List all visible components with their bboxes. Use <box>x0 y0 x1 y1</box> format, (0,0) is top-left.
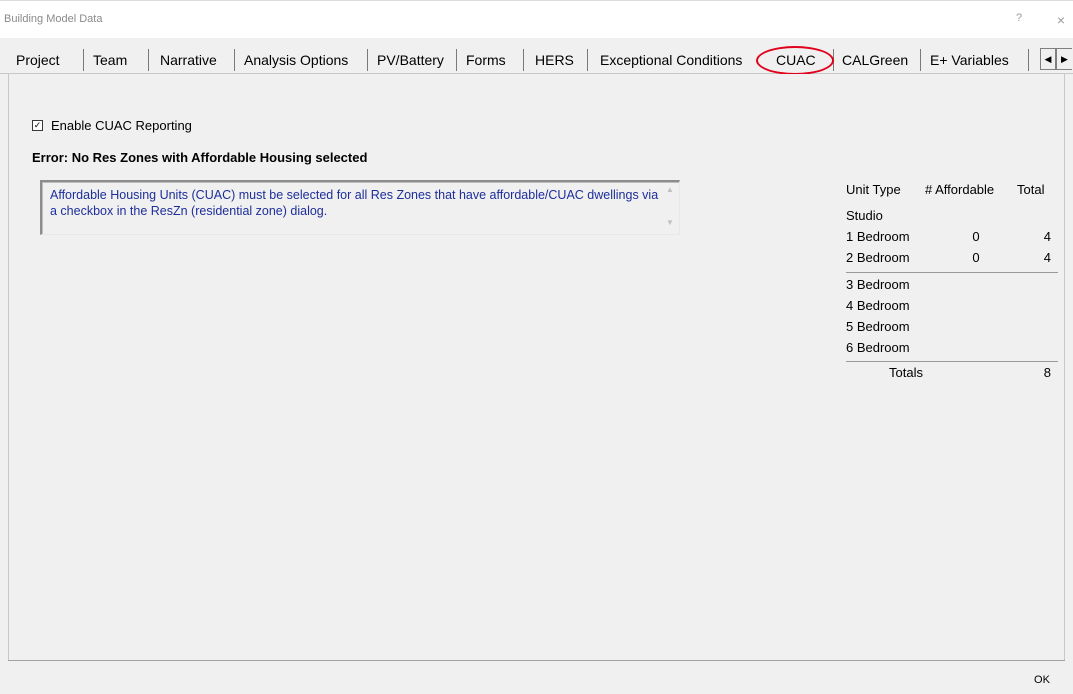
tab-narrative[interactable]: Narrative <box>160 50 217 70</box>
totals-value: 8 <box>1043 365 1051 380</box>
table-row: Studio <box>846 205 1058 226</box>
table-row: 5 Bedroom <box>846 316 1058 337</box>
error-message-text: Affordable Housing Units (CUAC) must be … <box>50 188 659 218</box>
tab-pv-battery[interactable]: PV/Battery <box>377 50 444 70</box>
unit-type-cell: 4 Bedroom <box>846 298 910 313</box>
tab-e-plus-variables[interactable]: E+ Variables <box>930 50 1009 70</box>
tab-separator <box>234 49 235 71</box>
scroll-up-icon[interactable]: ▲ <box>664 185 676 195</box>
affordable-cell: 0 <box>972 229 980 244</box>
unit-type-cell: 1 Bedroom <box>846 229 910 244</box>
unit-type-cell: 3 Bedroom <box>846 277 910 292</box>
header-affordable: # Affordable <box>925 182 995 197</box>
tab-separator <box>523 49 524 71</box>
dialog-footer <box>0 661 1073 694</box>
affordable-cell: 0 <box>972 250 980 265</box>
tab-strip: Project Team Narrative Analysis Options … <box>0 38 1073 74</box>
tab-separator <box>83 49 84 71</box>
table-row: 2 Bedroom 0 4 <box>846 247 1058 268</box>
header-total: Total <box>1017 182 1045 197</box>
unit-type-cell: 6 Bedroom <box>846 340 910 355</box>
window-title: Building Model Data <box>4 13 103 25</box>
table-row: 4 Bedroom <box>846 295 1058 316</box>
table-row: 1 Bedroom 0 4 <box>846 226 1058 247</box>
table-divider <box>846 272 1058 273</box>
tab-separator <box>456 49 457 71</box>
totals-label: Totals <box>889 365 923 380</box>
tab-team[interactable]: Team <box>93 50 127 70</box>
tab-separator <box>587 49 588 71</box>
table-row: 6 Bedroom <box>846 337 1058 358</box>
close-button[interactable]: × <box>1052 11 1070 29</box>
tab-separator <box>148 49 149 71</box>
tab-scroll-right-icon[interactable]: ▶ <box>1056 48 1072 70</box>
unit-type-cell: Studio <box>846 208 883 223</box>
tab-separator <box>833 49 834 71</box>
tab-hers[interactable]: HERS <box>535 50 574 70</box>
total-cell: 4 <box>1043 229 1051 244</box>
tab-cuac[interactable]: CUAC <box>776 50 816 70</box>
tab-scroll-left-icon[interactable]: ◀ <box>1040 48 1056 70</box>
header-unit-type: Unit Type <box>846 182 901 197</box>
enable-cuac-label: Enable CUAC Reporting <box>51 117 192 133</box>
help-button[interactable]: ? <box>1012 12 1026 28</box>
totals-row: Totals 8 <box>846 362 1058 383</box>
error-heading: Error: No Res Zones with Affordable Hous… <box>32 150 368 165</box>
tab-calgreen[interactable]: CALGreen <box>842 50 908 70</box>
tab-analysis-options[interactable]: Analysis Options <box>244 50 348 70</box>
unit-type-cell: 5 Bedroom <box>846 319 910 334</box>
table-row: 3 Bedroom <box>846 274 1058 295</box>
tab-separator <box>1028 49 1029 71</box>
unit-type-cell: 2 Bedroom <box>846 250 910 265</box>
ok-button[interactable]: OK <box>1020 670 1064 690</box>
title-bar: Building Model Data ? × <box>0 0 1073 38</box>
tab-scroll-controls: ◀ ▶ <box>1040 48 1073 70</box>
tab-separator <box>367 49 368 71</box>
scroll-down-icon[interactable]: ▼ <box>664 218 676 228</box>
tab-exceptional-conditions[interactable]: Exceptional Conditions <box>600 50 742 70</box>
tab-forms[interactable]: Forms <box>466 50 506 70</box>
tab-separator <box>920 49 921 71</box>
error-message-box[interactable]: Affordable Housing Units (CUAC) must be … <box>40 180 680 235</box>
checkbox-checked-icon[interactable]: ✓ <box>32 119 43 131</box>
total-cell: 4 <box>1043 250 1051 265</box>
tab-project[interactable]: Project <box>16 50 60 70</box>
enable-cuac-reporting-checkbox[interactable]: ✓ Enable CUAC Reporting <box>32 116 192 134</box>
